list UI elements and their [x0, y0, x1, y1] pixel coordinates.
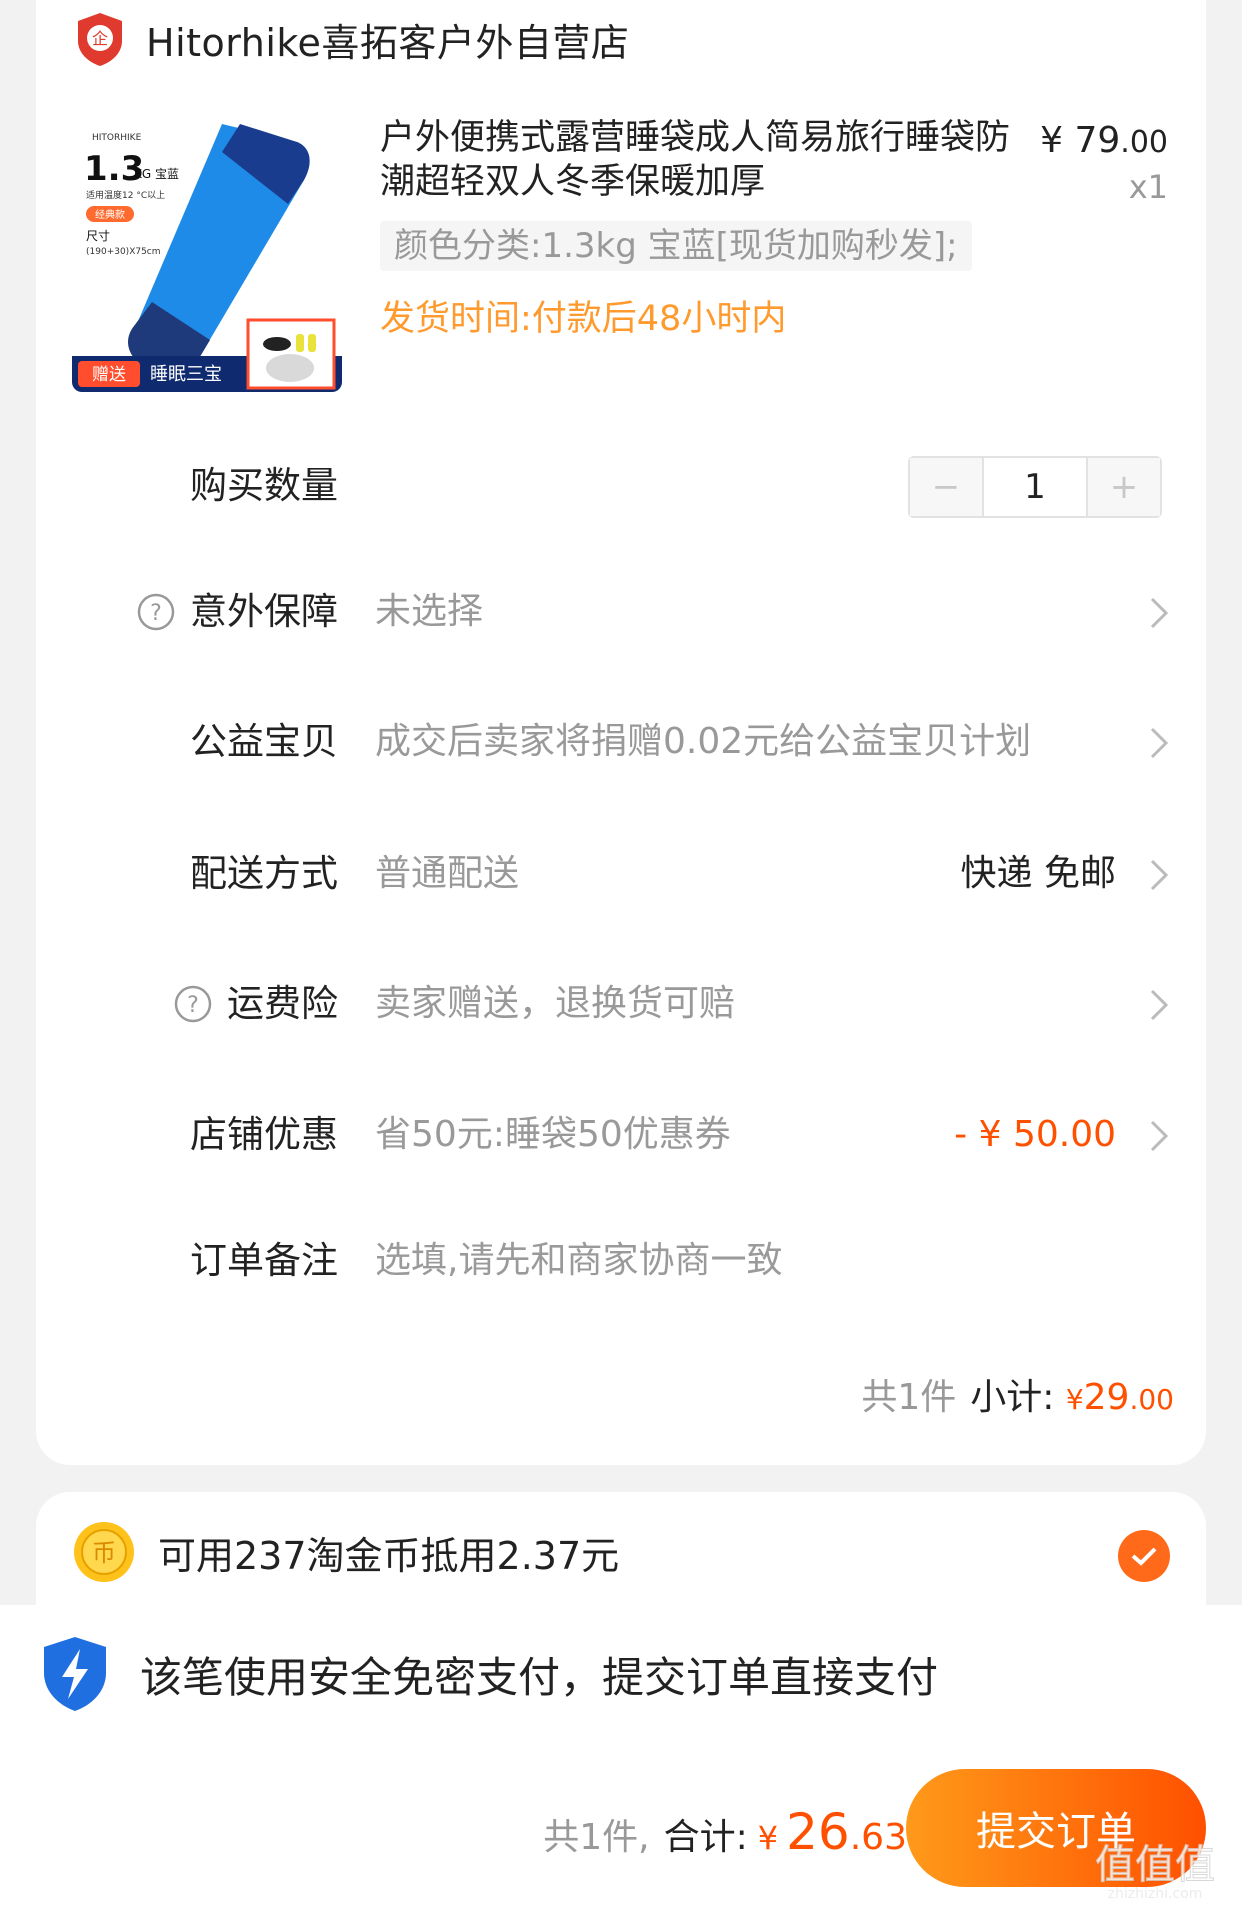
increment-button[interactable]: + — [1088, 458, 1160, 516]
sku-chip[interactable]: 颜色分类:1.3kg 宝蓝[现货加购秒发]; — [380, 221, 972, 271]
subtotal-label: 小计: — [970, 1377, 1055, 1418]
product-image[interactable]: 赠送 睡眠三宝 HITORHIKE 1.3 KG 宝蓝 适用温度12 °C以上 … — [72, 122, 342, 392]
delivery-fee: 快递 免邮 — [960, 853, 1116, 894]
insurance-value: 未选择 — [375, 591, 484, 632]
watermark-text: 值值值 — [1095, 1842, 1215, 1888]
total-count: 共1件, — [543, 1817, 650, 1858]
note-label: 订单备注 — [190, 1239, 338, 1282]
chevron-right-icon — [1150, 597, 1169, 629]
promo-text: 睡眠三宝 — [150, 364, 222, 385]
product-quantity: x1 — [1128, 168, 1168, 206]
freight-value: 卖家赠送，退换货可赔 — [375, 983, 736, 1024]
delivery-value: 普通配送 — [375, 853, 520, 894]
price-cents: .00 — [1120, 125, 1168, 160]
subtotal-int: 29 — [1083, 1377, 1130, 1418]
svg-text:币: 币 — [92, 1539, 116, 1567]
svg-text:企: 企 — [92, 29, 108, 48]
chevron-right-icon — [1150, 989, 1169, 1021]
order-note-row[interactable]: 订单备注 选填,请先和商家协商一致 — [36, 1221, 1206, 1301]
chevron-right-icon — [1150, 727, 1169, 759]
discount-value: 省50元:睡袋50优惠券 — [375, 1114, 731, 1155]
charity-label: 公益宝贝 — [190, 720, 338, 763]
ship-time: 发货时间:付款后48小时内 — [380, 299, 787, 339]
watermark-domain: zhizhizhi.com — [1108, 1886, 1203, 1902]
temp-text: 适用温度12 °C以上 — [86, 189, 165, 201]
lightning-shield-icon — [44, 1637, 106, 1711]
shop-order-card: 企 Hitorhike喜拓客户外自营店 赠送 睡眠三宝 HITORHIKE 1.… — [36, 0, 1206, 1465]
discount-label: 店铺优惠 — [190, 1113, 338, 1156]
subtotal-yen: ¥ — [1065, 1383, 1084, 1416]
product-price: ¥ 79.00 — [1040, 120, 1168, 161]
charity-value: 成交后卖家将捐赠0.02元给公益宝贝计划 — [375, 721, 1032, 762]
svg-text:?: ? — [150, 601, 162, 626]
chevron-right-icon — [1150, 859, 1169, 891]
price-yen: ¥ — [1040, 120, 1064, 161]
subtotal: 共1件 小计: ¥29.00 — [861, 1368, 1174, 1420]
secure-payment-text: 该笔使用安全免密支付，提交订单直接支付 — [140, 1652, 939, 1702]
quantity-row: 购买数量 − 1 + — [36, 446, 1206, 526]
decrement-button[interactable]: − — [910, 458, 982, 516]
quantity-stepper[interactable]: − 1 + — [908, 456, 1162, 518]
discount-amount: - ¥ 50.00 — [954, 1114, 1116, 1155]
help-icon[interactable]: ? — [136, 592, 176, 632]
shop-discount-row[interactable]: 店铺优惠 省50元:睡袋50优惠券 - ¥ 50.00 — [36, 1095, 1206, 1175]
gold-coin-icon: 币 — [74, 1522, 134, 1582]
size-value: (190+30)X75cm — [86, 247, 161, 257]
coin-checkbox[interactable] — [1118, 1530, 1170, 1582]
chevron-right-icon — [1150, 1120, 1169, 1152]
brand-text: HITORHIKE — [92, 133, 142, 143]
shop-header[interactable]: 企 Hitorhike喜拓客户外自营店 — [74, 8, 629, 70]
total-label: 合计: — [663, 1817, 748, 1858]
weight-unit: KG 宝蓝 — [134, 167, 179, 181]
watermark-logo: 值值值 zhizhizhi.com — [1095, 1842, 1216, 1903]
payment-panel: 该笔使用安全免密支付，提交订单直接支付 共1件, 合计: ¥ 26 .63 提交… — [0, 1605, 1242, 1912]
enterprise-shield-icon: 企 — [78, 13, 122, 66]
delivery-row[interactable]: 配送方式 普通配送 快递 免邮 — [36, 834, 1206, 914]
insurance-label: 意外保障 — [190, 590, 338, 633]
tag-text: 经典款 — [95, 208, 125, 221]
insurance-row[interactable]: ? 意外保障 未选择 — [36, 572, 1206, 652]
shop-name: Hitorhike喜拓客户外自营店 — [146, 20, 630, 65]
total-cents: .63 — [849, 1817, 907, 1858]
quantity-value[interactable]: 1 — [982, 458, 1088, 516]
product-title[interactable]: 户外便携式露营睡袋成人简易旅行睡袋防潮超轻双人冬季保暖加厚 — [380, 116, 1040, 204]
subtotal-cents: .00 — [1129, 1383, 1174, 1416]
freight-insurance-row[interactable]: ? 运费险 卖家赠送，退换货可赔 — [36, 964, 1206, 1044]
total-yen: ¥ — [757, 1819, 779, 1857]
total-int: 26 — [786, 1803, 850, 1861]
charity-row[interactable]: 公益宝贝 成交后卖家将捐赠0.02元给公益宝贝计划 — [36, 702, 1206, 782]
promo-badge-text: 赠送 — [92, 365, 126, 385]
check-icon — [1131, 1547, 1157, 1566]
help-icon[interactable]: ? — [173, 984, 213, 1024]
svg-text:?: ? — [187, 993, 199, 1018]
price-int: 79 — [1074, 120, 1121, 161]
size-label: 尺寸 — [86, 229, 110, 243]
note-input[interactable]: 选填,请先和商家协商一致 — [375, 1221, 782, 1301]
subtotal-count: 共1件 — [861, 1377, 957, 1418]
coin-text: 可用237淘金币抵用2.37元 — [158, 1533, 620, 1578]
quantity-label: 购买数量 — [190, 464, 338, 507]
order-total: 共1件, 合计: ¥ 26 .63 — [543, 1803, 907, 1861]
delivery-label: 配送方式 — [190, 852, 338, 895]
freight-label: 运费险 — [227, 982, 338, 1025]
